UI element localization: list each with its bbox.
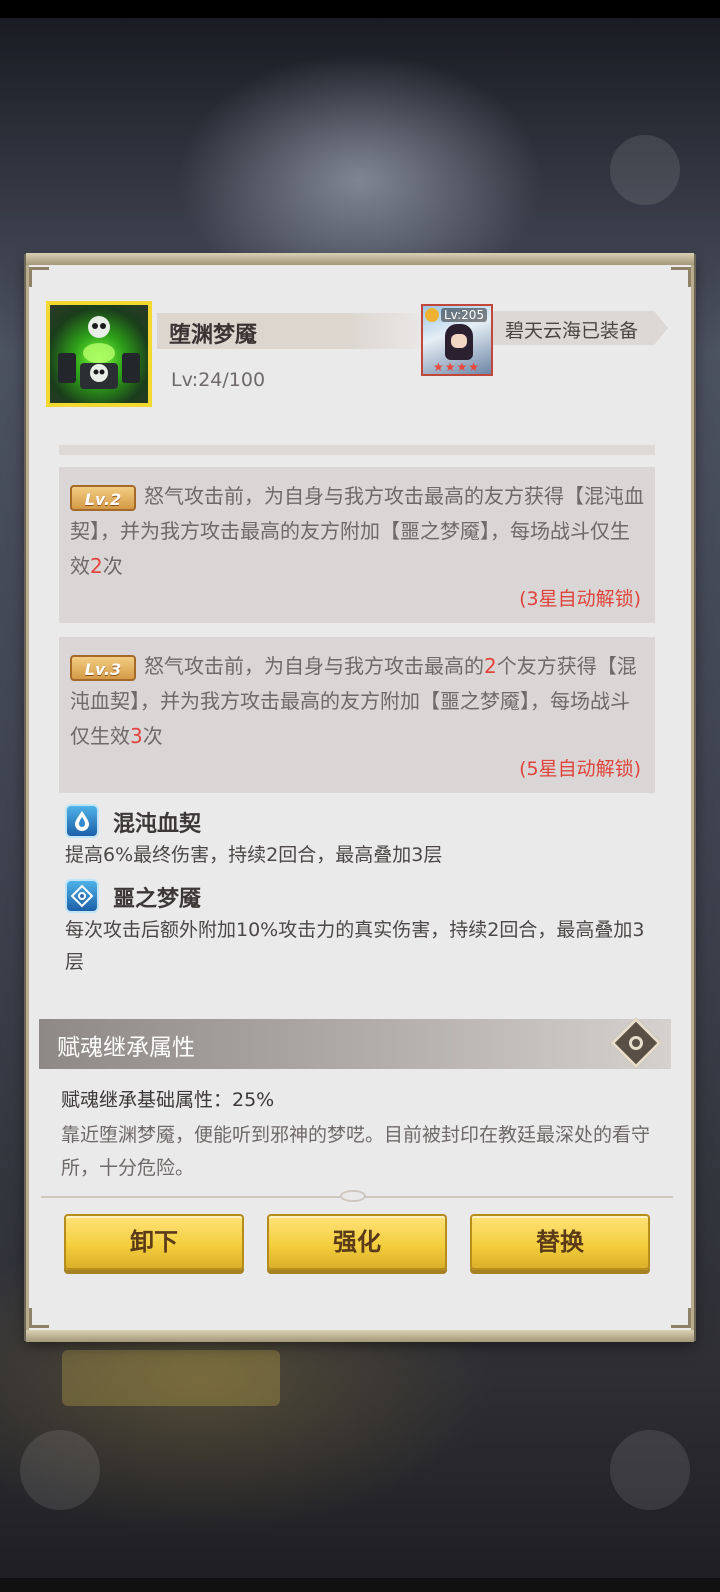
- item-icon[interactable]: [46, 301, 152, 407]
- background-decor: [62, 1350, 280, 1406]
- rank-badge-icon: [425, 308, 439, 322]
- item-level: Lv:24/100: [171, 369, 266, 391]
- magnifier-icon: [629, 1036, 643, 1050]
- skill-text-part: 次: [142, 724, 163, 748]
- corner-ornament: [671, 267, 691, 287]
- skull-turret-icon: [58, 316, 140, 389]
- hero-face: [451, 334, 467, 348]
- buff-title: 噩之梦魇: [113, 887, 202, 912]
- section-title: 赋魂继承属性: [57, 1035, 195, 1061]
- water-drop-glyph: [75, 811, 89, 831]
- level-badge: Lv.3: [70, 654, 136, 681]
- skill-box-lv3: Lv.3 怒气攻击前，为自身与我方攻击最高的2个友方获得【混沌血契】，并为我方攻击…: [59, 637, 655, 793]
- skill-description: Lv.3 怒气攻击前，为自身与我方攻击最高的2个友方获得【混沌血契】，并为我方攻击…: [70, 649, 646, 754]
- status-bar: [0, 0, 720, 18]
- level-badge: Lv.2: [70, 484, 136, 511]
- item-detail-panel: 堕渊梦魇 Lv:24/100 Lv:205 ★★★★ 碧天云海已装备 Lv.2 怒…: [26, 253, 694, 1342]
- navigation-bar: [0, 1578, 720, 1592]
- skill-box-lv2: Lv.2 怒气攻击前，为自身与我方攻击最高的友方获得【混沌血契】，并为我方攻击最高…: [59, 467, 655, 623]
- buff-title: 混沌血契: [113, 812, 202, 837]
- skill-highlight: 3: [130, 724, 143, 748]
- hero-level: Lv:205: [441, 308, 488, 322]
- enhance-button[interactable]: 强化: [267, 1214, 447, 1270]
- item-name: 堕渊梦魇: [169, 323, 258, 348]
- buff-description: 每次攻击后额外附加10%攻击力的真实伤害，持续2回合，最高叠加3层: [65, 919, 645, 973]
- eye-sigil-icon: [65, 879, 99, 913]
- skill-highlight: 2: [90, 554, 103, 578]
- inherit-base-attribute: 赋魂继承基础属性：25%: [61, 1089, 275, 1111]
- equipped-label: 碧天云海已装备: [505, 320, 639, 342]
- star-rating-icon: ★★★★: [433, 360, 481, 374]
- background-decor: [20, 1430, 100, 1510]
- lore-text: 靠近堕渊梦魇，便能听到邪神的梦呓。目前被封印在教廷最深处的看守所，十分危险。: [61, 1124, 651, 1179]
- unlock-condition: (5星自动解锁): [519, 758, 641, 780]
- skill-text-part: 怒气攻击前，为自身与我方攻击最高的: [144, 654, 484, 678]
- unequip-button[interactable]: 卸下: [64, 1214, 244, 1270]
- eye-sigil-glyph: [70, 884, 94, 908]
- panel-top-rail: [26, 253, 694, 265]
- corner-ornament: [29, 1308, 49, 1328]
- corner-ornament: [671, 1308, 691, 1328]
- separator-bar: [59, 445, 655, 455]
- water-drop-icon: [65, 804, 99, 838]
- equipped-hero-card[interactable]: Lv:205 ★★★★: [421, 304, 493, 376]
- background-decor: [610, 1430, 690, 1510]
- skill-text-part: 次: [102, 554, 123, 578]
- buff-description: 提高6%最终伤害，持续2回合，最高叠加3层: [65, 844, 443, 866]
- panel-bottom-rail: [26, 1330, 694, 1342]
- skill-description: Lv.2 怒气攻击前，为自身与我方攻击最高的友方获得【混沌血契】，并为我方攻击最高…: [70, 479, 646, 584]
- divider-ornament: [340, 1190, 366, 1202]
- background-decor: [610, 135, 680, 205]
- skill-highlight: 2: [484, 654, 497, 678]
- skill-text-part: 怒气攻击前，为自身与我方攻击最高的友方获得【混沌血契】，并为我方攻击最高的友方附…: [70, 484, 644, 578]
- corner-ornament: [29, 267, 49, 287]
- replace-button[interactable]: 替换: [470, 1214, 650, 1270]
- unlock-condition: (3星自动解锁): [519, 588, 641, 610]
